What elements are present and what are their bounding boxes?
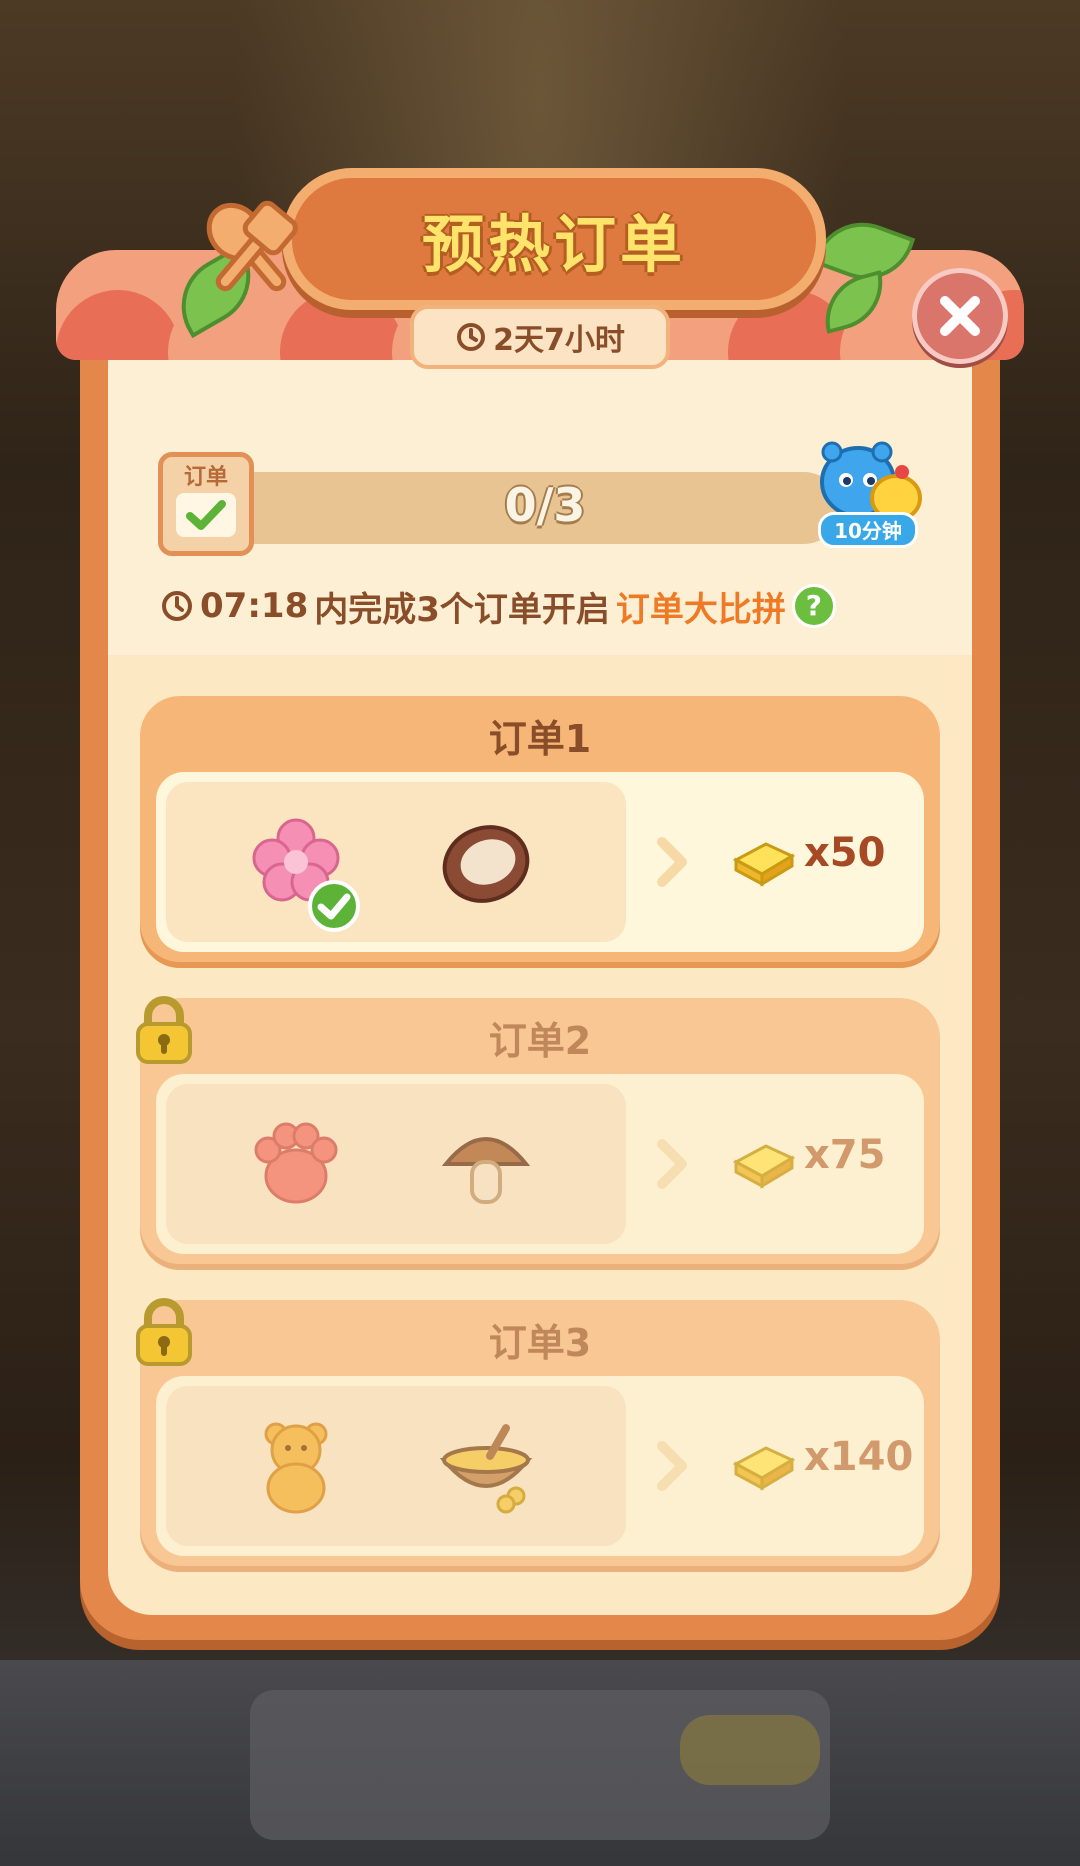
order-items <box>166 782 626 942</box>
page-title: 预热订单 <box>421 208 686 281</box>
info-text: 内完成3个订单开启 <box>314 589 610 630</box>
chevron-right-icon <box>657 1441 687 1491</box>
order-body: x50 <box>156 772 924 952</box>
info-time: 07:18 <box>200 586 309 626</box>
order-card-locked: 订单3 x140 <box>136 1298 940 1566</box>
reward-amount: x140 <box>804 1434 914 1480</box>
fork-spoon-icon <box>206 200 298 292</box>
order-items <box>166 1084 626 1244</box>
info-accent: 订单大比拼 <box>615 589 786 630</box>
order-card-locked: 订单2 x75 <box>136 996 940 1264</box>
info-line: 07:18 内完成3个订单开启 订单大比拼 ? <box>160 578 960 634</box>
order-title: 订单3 <box>488 1321 592 1365</box>
check-icon <box>176 493 236 537</box>
lock-icon <box>136 1298 192 1366</box>
chevron-right-icon <box>657 1139 687 1189</box>
clock-icon <box>457 323 486 351</box>
order-title: 订单1 <box>488 717 592 761</box>
reward-tag: 10分钟 <box>818 512 918 548</box>
help-icon[interactable]: ? <box>791 584 836 628</box>
clock-icon <box>162 591 192 621</box>
reward-amount: x50 <box>804 830 886 876</box>
gummy-bear-icon[interactable] <box>246 1416 346 1516</box>
gold-bar-icon <box>732 1144 796 1189</box>
order-body: x75 <box>156 1074 924 1254</box>
close-icon <box>940 296 980 336</box>
order-badge-label: 订单 <box>183 465 228 490</box>
lock-icon <box>136 996 192 1064</box>
event-timer: 2天7小时 <box>410 305 670 369</box>
order-title: 订单2 <box>488 1019 592 1063</box>
honey-bowl-icon[interactable] <box>436 1416 536 1516</box>
order-card: 订单1 x50 <box>140 696 940 962</box>
coconut-icon[interactable] <box>436 812 536 912</box>
chevron-right-icon <box>657 837 687 887</box>
mushroom-icon[interactable] <box>436 1114 536 1214</box>
paw-jelly-icon[interactable] <box>246 1114 346 1214</box>
close-button[interactable] <box>912 268 1008 364</box>
order-badge: 订单 <box>158 452 254 556</box>
check-icon <box>308 880 360 932</box>
gold-bar-icon <box>732 1446 796 1491</box>
title-banner: 预热订单 <box>282 168 826 310</box>
order-items <box>166 1386 626 1546</box>
backdrop-button <box>680 1715 820 1785</box>
timer-text: 2天7小时 <box>493 323 625 358</box>
progress-bar: 0/3 <box>250 472 840 544</box>
gold-bar-icon <box>732 842 796 887</box>
reward-amount: x75 <box>804 1132 886 1178</box>
order-body: x140 <box>156 1376 924 1556</box>
progress-value: 0/3 <box>504 478 586 532</box>
